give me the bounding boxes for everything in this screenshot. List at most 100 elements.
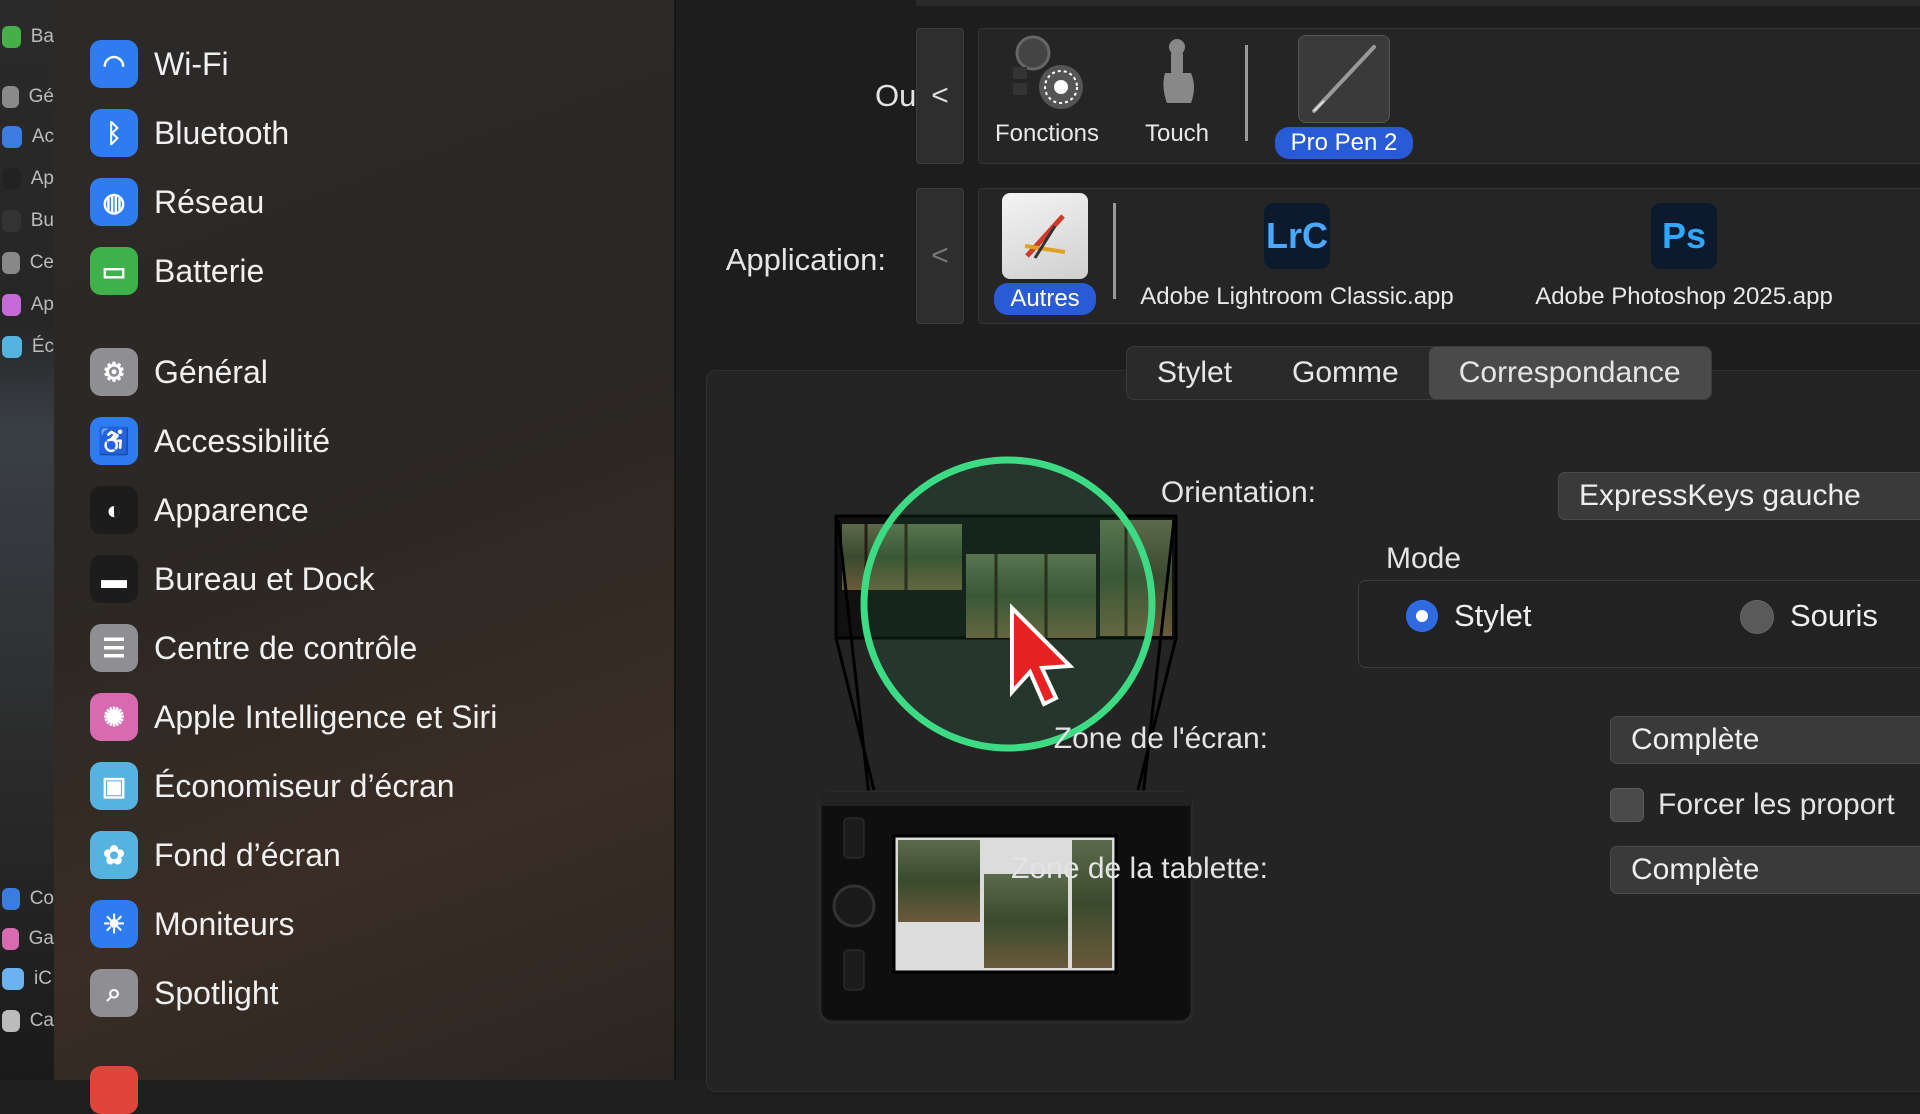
sidebar-item-displays[interactable]: ☀ Moniteurs: [90, 896, 295, 952]
sidebar-item-bluetooth[interactable]: ᛒ Bluetooth: [90, 105, 289, 161]
app-label: Adobe Lightroom Classic.app: [1140, 283, 1454, 310]
tablet-zone-label: Zone de la tablette:: [1011, 852, 1268, 885]
pen-icon: [1298, 35, 1390, 123]
app-label: Autres: [994, 283, 1096, 315]
sidebar-item-label: Centre de contrôle: [154, 629, 418, 666]
control-center-icon: ☰: [90, 624, 138, 672]
sidebar-item-appearance[interactable]: ◐ Apparence: [90, 482, 309, 538]
app-item-lightroom[interactable]: LrC Adobe Lightroom Classic.app: [1127, 193, 1467, 311]
background-sidebar-label: Ca: [29, 1010, 54, 1031]
tab-stylet[interactable]: Stylet: [1127, 347, 1262, 399]
sidebar-item-label: Batterie: [154, 252, 265, 289]
background-sidebar-item: Ce: [0, 246, 54, 280]
wacom-settings-pane: Outil : < Fonctions Touch: [676, 0, 1920, 1092]
background-sidebar-label: Ba: [30, 26, 54, 47]
sidebar-item-battery[interactable]: ▭ Batterie: [90, 243, 264, 299]
background-sidebar-label: Gé: [28, 86, 54, 107]
force-proportions-label: Forcer les proport: [1658, 788, 1895, 821]
gear-icon: ⚙: [90, 348, 138, 396]
sidebar-item-wallpaper[interactable]: ✿ Fond d’écran: [90, 827, 341, 883]
mode-stylet-radio[interactable]: [1406, 600, 1438, 632]
background-sidebar-icon: [2, 168, 21, 190]
background-sidebar-item: Ac: [0, 120, 54, 154]
settings-sidebar: ◠ Wi-Fi ᛒ Bluetooth ◍ Réseau ▭ Batterie ⚙ Général…: [54, 0, 676, 1114]
lightroom-icon: LrC: [1264, 203, 1330, 269]
background-sidebar-label: Éc: [31, 336, 54, 357]
sidebar-item-accessibility[interactable]: ♿ Accessibilité: [90, 413, 330, 469]
background-sidebar-item: Ga: [0, 922, 54, 956]
tool-back-button[interactable]: <: [916, 28, 964, 164]
background-sidebar-icon: [2, 968, 24, 990]
background-sidebar-item: Co: [0, 882, 54, 916]
background-sidebar-icon: [2, 1010, 20, 1032]
application-row-label: Application:: [725, 242, 886, 277]
background-sidebar-label: iC: [34, 968, 52, 989]
sidebar-item-dock[interactable]: ▬ Bureau et Dock: [90, 551, 375, 607]
tablet-zone-popup[interactable]: Complète: [1610, 846, 1920, 894]
background-sidebar-icon: [2, 252, 20, 274]
sidebar-item-gear[interactable]: ⚙ Général: [90, 344, 268, 400]
mode-stylet-label: Stylet: [1454, 598, 1532, 633]
background-sidebar-label: Ap: [30, 294, 54, 315]
orientation-popup[interactable]: ExpressKeys gauche: [1558, 472, 1920, 520]
background-sidebar-label: Ap: [30, 168, 54, 189]
background-sidebar-icon: [2, 928, 19, 950]
app-item-autres[interactable]: Autres: [987, 193, 1103, 315]
sidebar-item-label: Bureau et Dock: [154, 560, 375, 597]
sidebar-item-screensaver[interactable]: ▣ Économiseur d’écran: [90, 758, 455, 814]
touch-icon: [1163, 39, 1194, 103]
functions-icon: [1013, 35, 1083, 109]
sidebar-item-label: Bluetooth: [154, 114, 290, 151]
background-sidebar-item: Ap: [0, 162, 54, 196]
tab-bar: Stylet Gomme Correspondance: [1126, 346, 1712, 400]
tool-item-pro-pen-2[interactable]: Pro Pen 2: [1269, 35, 1419, 159]
tool-label: Touch: [1144, 120, 1210, 147]
dock-icon: ▬: [90, 555, 138, 603]
force-proportions-checkbox[interactable]: [1610, 788, 1644, 822]
wifi-icon: ◠: [90, 40, 138, 88]
wallpaper-icon: ✿: [90, 831, 138, 879]
tool-item-fonctions[interactable]: Fonctions: [991, 35, 1103, 148]
mode-souris-label: Souris: [1790, 598, 1878, 633]
sidebar-item-label: Wi-Fi: [154, 45, 229, 82]
appearance-icon: ◐: [90, 486, 138, 534]
photoshop-icon: Ps: [1651, 203, 1717, 269]
sidebar-item-globe[interactable]: ◍ Réseau: [90, 174, 264, 230]
background-sidebar-item: Gé: [0, 80, 54, 114]
screensaver-icon: ▣: [90, 762, 138, 810]
sidebar-item-siri[interactable]: ✺ Apple Intelligence et Siri: [90, 689, 497, 745]
background-window-strip: Ba Gé Ac Ap Bu Ce Ap Éc Co Ga iC Ca: [0, 0, 55, 1080]
background-sidebar-icon: [2, 86, 19, 108]
application-strip: Autres LrC Adobe Lightroom Classic.app P…: [978, 188, 1920, 324]
tab-correspondance[interactable]: Correspondance: [1428, 347, 1711, 399]
tool-item-touch[interactable]: Touch: [1129, 35, 1225, 148]
app-item-photoshop[interactable]: Ps Adobe Photoshop 2025.app: [1509, 193, 1859, 311]
sidebar-item-label: Économiseur d’écran: [154, 767, 455, 804]
background-sidebar-label: Ga: [28, 928, 54, 949]
sidebar-item-wifi[interactable]: ◠ Wi-Fi: [90, 36, 229, 92]
tool-label: Pro Pen 2: [1274, 127, 1414, 159]
mode-label: Mode: [1386, 542, 1462, 575]
sidebar-item-control-center[interactable]: ☰ Centre de contrôle: [90, 620, 417, 676]
sidebar-item-label: Apple Intelligence et Siri: [154, 698, 498, 735]
background-sidebar-label: Co: [29, 888, 54, 909]
background-sidebar-label: Ac: [31, 126, 54, 147]
screen-zone-popup[interactable]: Complète: [1610, 716, 1920, 764]
background-sidebar-item: Éc: [0, 330, 54, 364]
sidebar-item-label: Réseau: [154, 183, 265, 220]
background-sidebar-item: Ba: [0, 20, 54, 54]
application-back-button[interactable]: <: [916, 188, 964, 324]
app-separator: [1113, 203, 1116, 299]
mode-souris-radio[interactable]: [1740, 600, 1774, 634]
orientation-label: Orientation:: [1160, 476, 1316, 509]
top-bar-edge: [916, 0, 1920, 6]
background-sidebar-icon: [2, 888, 20, 910]
sidebar-item-label: Moniteurs: [154, 905, 295, 942]
tool-strip: Fonctions Touch Pro Pen 2: [978, 28, 1920, 164]
sidebar-item-label: Fond d’écran: [154, 836, 341, 873]
background-sidebar-item: Ap: [0, 288, 54, 322]
sidebar-item-label: Spotlight: [154, 974, 279, 1011]
globe-icon: ◍: [90, 178, 138, 226]
tab-gomme[interactable]: Gomme: [1262, 347, 1429, 399]
sidebar-item-search[interactable]: ⌕ Spotlight: [90, 965, 279, 1021]
